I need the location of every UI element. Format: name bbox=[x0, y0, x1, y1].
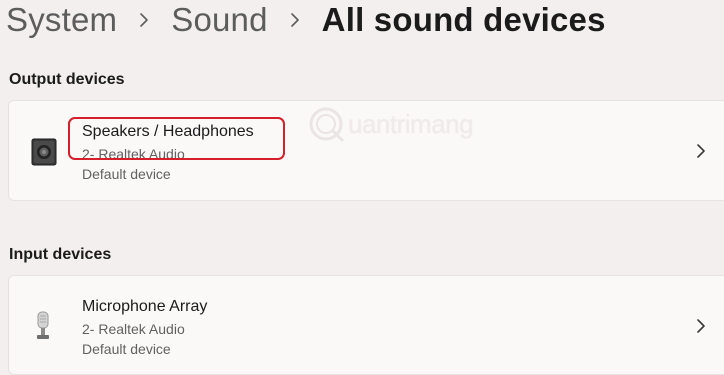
breadcrumb-system[interactable]: System bbox=[6, 1, 117, 39]
output-devices-heading: Output devices bbox=[9, 71, 125, 88]
chevron-right-icon bbox=[695, 143, 707, 159]
input-device-card[interactable]: Microphone Array 2- Realtek Audio Defaul… bbox=[8, 275, 724, 375]
device-name: Microphone Array bbox=[82, 298, 208, 315]
output-device-card[interactable]: Speakers / Headphones 2- Realtek Audio D… bbox=[8, 100, 724, 201]
breadcrumb: System Sound All sound devices bbox=[6, 0, 606, 42]
chevron-right-icon bbox=[695, 318, 707, 334]
device-driver: 2- Realtek Audio bbox=[82, 146, 185, 162]
device-name: Speakers / Headphones bbox=[82, 123, 254, 140]
speaker-icon bbox=[31, 138, 57, 166]
chevron-right-icon bbox=[290, 12, 300, 28]
device-status: Default device bbox=[82, 341, 171, 357]
chevron-right-icon bbox=[139, 12, 149, 28]
device-driver: 2- Realtek Audio bbox=[82, 321, 185, 337]
input-devices-heading: Input devices bbox=[9, 246, 112, 263]
page-title: All sound devices bbox=[321, 1, 606, 38]
microphone-icon bbox=[33, 311, 53, 341]
device-status: Default device bbox=[82, 166, 171, 182]
breadcrumb-sound[interactable]: Sound bbox=[171, 1, 267, 39]
